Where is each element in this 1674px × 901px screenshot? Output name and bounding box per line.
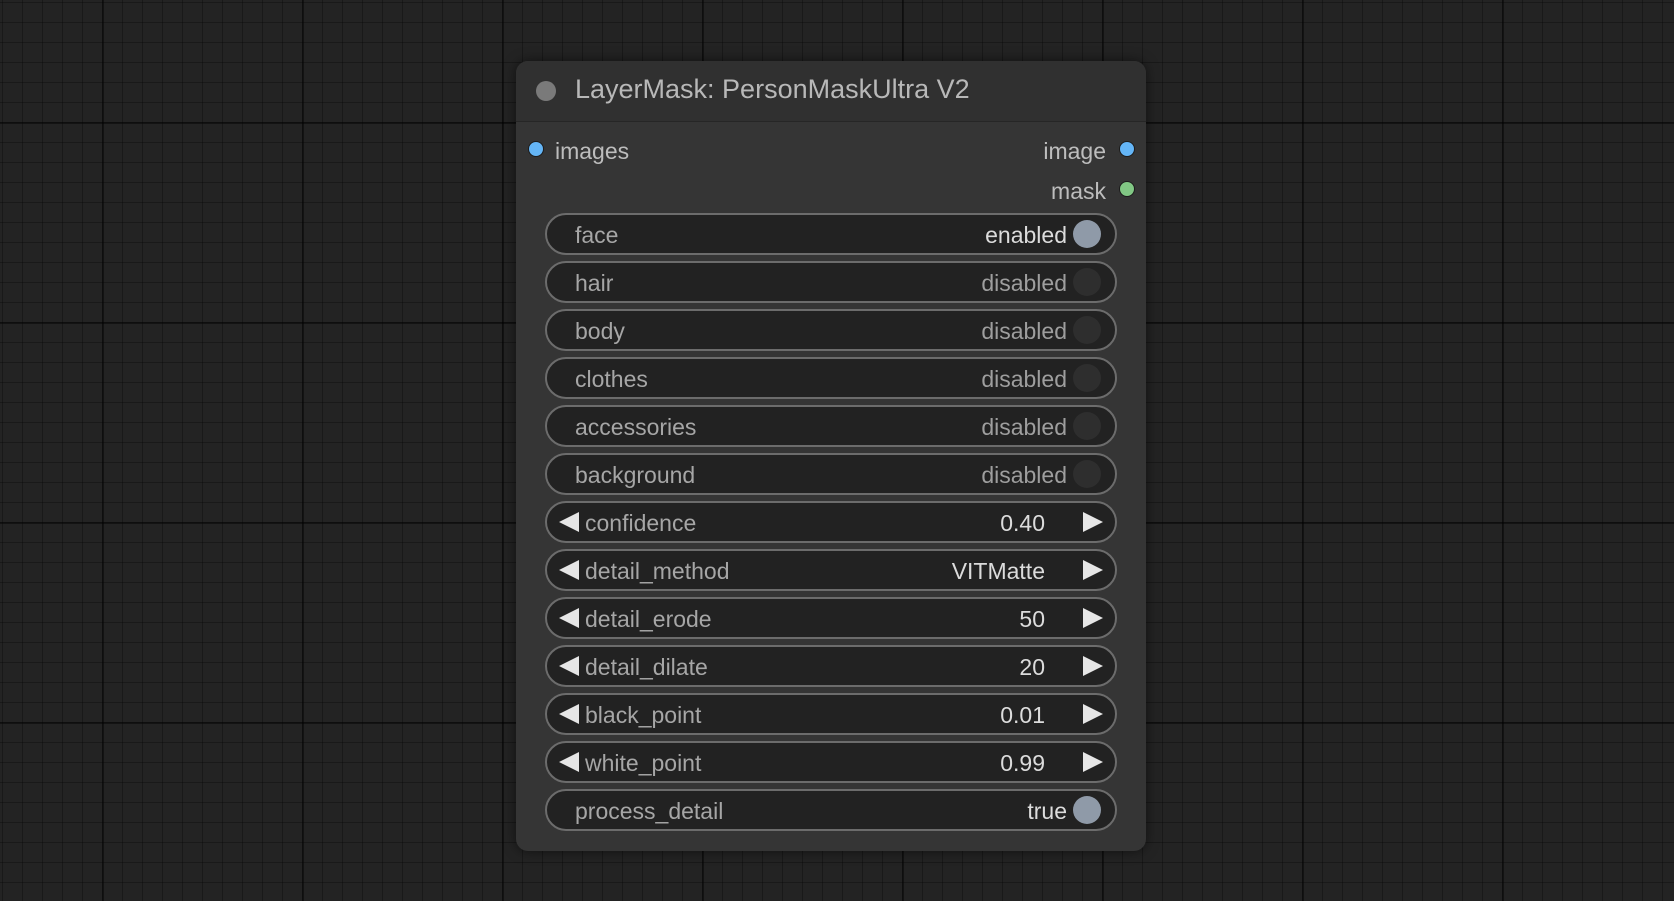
detail-erode-value: 50: [1019, 606, 1045, 632]
confidence-value: 0.40: [1000, 510, 1045, 536]
detail-dilate-label: detail_dilate: [585, 654, 708, 680]
black-point-label: black_point: [585, 702, 702, 728]
black-point-widget[interactable]: black_point 0.01: [545, 693, 1117, 735]
person-mask-ultra-node[interactable]: LayerMask: PersonMaskUltra V2 images ima…: [516, 61, 1146, 851]
process-detail-value: true: [1027, 798, 1067, 824]
confidence-label: confidence: [585, 510, 697, 536]
detail-dilate-widget[interactable]: detail_dilate 20: [545, 645, 1117, 687]
decrement-arrow-icon[interactable]: [559, 704, 579, 724]
toggle-knob-icon: [1073, 220, 1101, 248]
accessories-label: accessories: [575, 414, 697, 440]
white-point-label: white_point: [585, 750, 702, 776]
toggle-knob-icon: [1073, 796, 1101, 824]
increment-arrow-icon[interactable]: [1083, 656, 1103, 676]
background-toggle[interactable]: background disabled: [545, 453, 1117, 495]
detail-dilate-value: 20: [1019, 654, 1045, 680]
white-point-widget[interactable]: white_point 0.99: [545, 741, 1117, 783]
black-point-value: 0.01: [1000, 702, 1045, 728]
toggle-knob-icon: [1073, 316, 1101, 344]
toggle-knob-icon: [1073, 412, 1101, 440]
toggle-knob-icon: [1073, 268, 1101, 296]
background-label: background: [575, 462, 696, 488]
body-value: disabled: [981, 318, 1067, 344]
node-title: LayerMask: PersonMaskUltra V2: [575, 74, 970, 104]
clothes-label: clothes: [575, 366, 648, 392]
body-toggle[interactable]: body disabled: [545, 309, 1117, 351]
increment-arrow-icon[interactable]: [1083, 560, 1103, 580]
hair-label: hair: [575, 270, 614, 296]
increment-arrow-icon[interactable]: [1083, 512, 1103, 532]
accessories-value: disabled: [981, 414, 1067, 440]
image-output-slot[interactable]: [1119, 141, 1135, 157]
detail-method-label: detail_method: [585, 558, 730, 584]
collapse-toggle-icon[interactable]: [536, 81, 556, 101]
accessories-toggle[interactable]: accessories disabled: [545, 405, 1117, 447]
images-input-label: images: [555, 138, 630, 164]
image-output-label: image: [1043, 138, 1106, 164]
images-input-slot[interactable]: [528, 141, 544, 157]
mask-output-slot[interactable]: [1119, 181, 1135, 197]
decrement-arrow-icon[interactable]: [559, 608, 579, 628]
mask-output-label: mask: [1051, 178, 1106, 204]
decrement-arrow-icon[interactable]: [559, 656, 579, 676]
increment-arrow-icon[interactable]: [1083, 752, 1103, 772]
body-label: body: [575, 318, 625, 344]
decrement-arrow-icon[interactable]: [559, 752, 579, 772]
node-header[interactable]: LayerMask: PersonMaskUltra V2: [516, 61, 1146, 122]
background-value: disabled: [981, 462, 1067, 488]
face-label: face: [575, 222, 619, 248]
increment-arrow-icon[interactable]: [1083, 704, 1103, 724]
detail-erode-label: detail_erode: [585, 606, 712, 632]
face-value: enabled: [985, 222, 1067, 248]
white-point-value: 0.99: [1000, 750, 1045, 776]
detail-method-widget[interactable]: detail_method VITMatte: [545, 549, 1117, 591]
decrement-arrow-icon[interactable]: [559, 512, 579, 532]
decrement-arrow-icon[interactable]: [559, 560, 579, 580]
toggle-knob-icon: [1073, 364, 1101, 392]
hair-toggle[interactable]: hair disabled: [545, 261, 1117, 303]
face-toggle[interactable]: face enabled: [545, 213, 1117, 255]
toggle-knob-icon: [1073, 460, 1101, 488]
clothes-value: disabled: [981, 366, 1067, 392]
confidence-widget[interactable]: confidence 0.40: [545, 501, 1117, 543]
detail-erode-widget[interactable]: detail_erode 50: [545, 597, 1117, 639]
increment-arrow-icon[interactable]: [1083, 608, 1103, 628]
clothes-toggle[interactable]: clothes disabled: [545, 357, 1117, 399]
detail-method-value: VITMatte: [951, 558, 1045, 584]
process-detail-toggle[interactable]: process_detail true: [545, 789, 1117, 831]
hair-value: disabled: [981, 270, 1067, 296]
process-detail-label: process_detail: [575, 798, 724, 824]
graph-canvas[interactable]: LayerMask: PersonMaskUltra V2 images ima…: [0, 0, 1674, 901]
